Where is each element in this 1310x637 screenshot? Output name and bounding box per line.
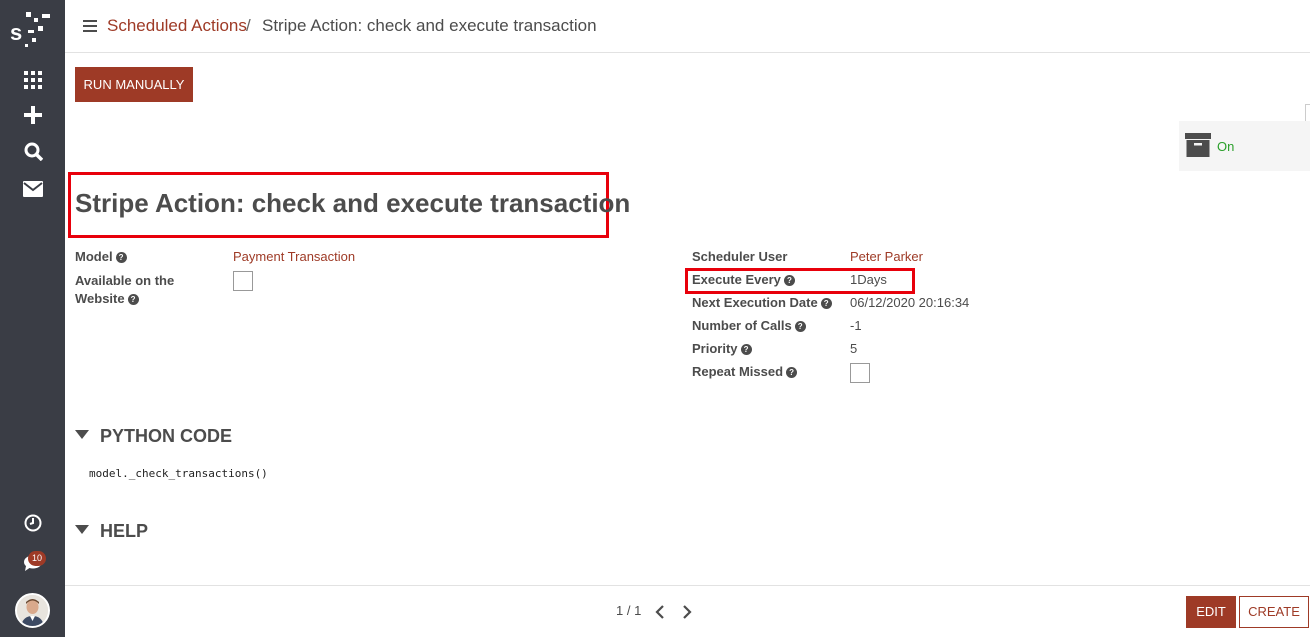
next-execution-value: 06/12/2020 20:16:34 (850, 295, 970, 310)
execute-every-label: Execute Every? (692, 272, 795, 287)
run-manually-button[interactable]: RUN MANUALLY (75, 67, 193, 102)
repeat-missed-checkbox[interactable] (850, 363, 870, 383)
status-edge (1305, 104, 1310, 122)
chevron-left-icon[interactable] (655, 605, 665, 619)
python-code-title: PYTHON CODE (100, 426, 233, 446)
python-code-section-toggle[interactable]: PYTHON CODE (75, 426, 232, 447)
mail-icon[interactable] (19, 177, 47, 201)
number-of-calls-label-text: Number of Calls (692, 318, 792, 333)
sidebar: s 10 (0, 0, 65, 637)
help-icon: ? (783, 275, 795, 286)
website-label-line1: Available on the (75, 273, 175, 288)
priority-label-text: Priority (692, 341, 738, 356)
active-toggle-button[interactable]: On (1179, 121, 1310, 171)
number-of-calls-value: -1 (850, 318, 862, 333)
help-section-toggle[interactable]: HELP (75, 521, 148, 542)
execute-every-value: 1Days (850, 272, 887, 287)
avatar[interactable] (15, 593, 50, 628)
breadcrumb-separator: / (246, 16, 251, 35)
pager-counter[interactable]: 1 / 1 (616, 603, 641, 618)
help-title: HELP (100, 521, 149, 541)
repeat-missed-label: Repeat Missed? (692, 364, 798, 379)
status-label: On (1217, 139, 1235, 154)
help-icon: ? (786, 367, 798, 378)
model-label: Model? (75, 249, 127, 264)
scheduler-user-label: Scheduler User (692, 249, 788, 264)
help-icon: ? (794, 321, 806, 332)
search-icon[interactable] (19, 139, 47, 163)
number-of-calls-label: Number of Calls? (692, 318, 806, 333)
model-value[interactable]: Payment Transaction (233, 249, 355, 264)
help-icon: ? (115, 252, 127, 263)
edit-button[interactable]: EDIT (1186, 596, 1236, 628)
notification-badge: 10 (28, 551, 46, 566)
top-bar: Scheduled Actions / Stripe Action: check… (65, 0, 1310, 53)
menu-icon[interactable] (83, 20, 97, 32)
next-execution-label: Next Execution Date? (692, 295, 832, 310)
next-execution-label-text: Next Execution Date (692, 295, 818, 310)
python-code-block[interactable]: model._check_transactions() (89, 467, 268, 480)
execute-every-label-text: Execute Every (692, 272, 781, 287)
breadcrumb-current: Stripe Action: check and execute transac… (262, 16, 597, 35)
create-button[interactable]: CREATE (1239, 596, 1309, 628)
logo-letter: s (10, 20, 22, 45)
priority-label: Priority? (692, 341, 752, 356)
website-label: Available on the Website? (75, 272, 174, 308)
help-icon: ? (740, 344, 752, 355)
breadcrumb-parent[interactable]: Scheduled Actions (107, 16, 247, 36)
caret-down-icon (75, 525, 89, 534)
app-logo[interactable]: s (8, 8, 58, 50)
apps-icon[interactable] (19, 68, 47, 92)
record-title: Stripe Action: check and execute transac… (75, 188, 631, 218)
help-icon: ? (820, 298, 832, 309)
website-label-line2: Website (75, 291, 125, 306)
caret-down-icon (75, 430, 89, 439)
repeat-missed-label-text: Repeat Missed (692, 364, 784, 379)
website-checkbox[interactable] (233, 271, 253, 291)
clock-icon[interactable] (19, 511, 47, 535)
plus-icon[interactable] (19, 103, 47, 127)
scheduler-user-value[interactable]: Peter Parker (850, 249, 923, 264)
model-label-text: Model (75, 249, 113, 264)
priority-value: 5 (850, 341, 858, 356)
chevron-right-icon[interactable] (682, 605, 692, 619)
bottom-bar: 1 / 1 EDIT CREATE (65, 585, 1310, 637)
help-icon: ? (127, 294, 139, 305)
archive-icon (1185, 132, 1211, 158)
